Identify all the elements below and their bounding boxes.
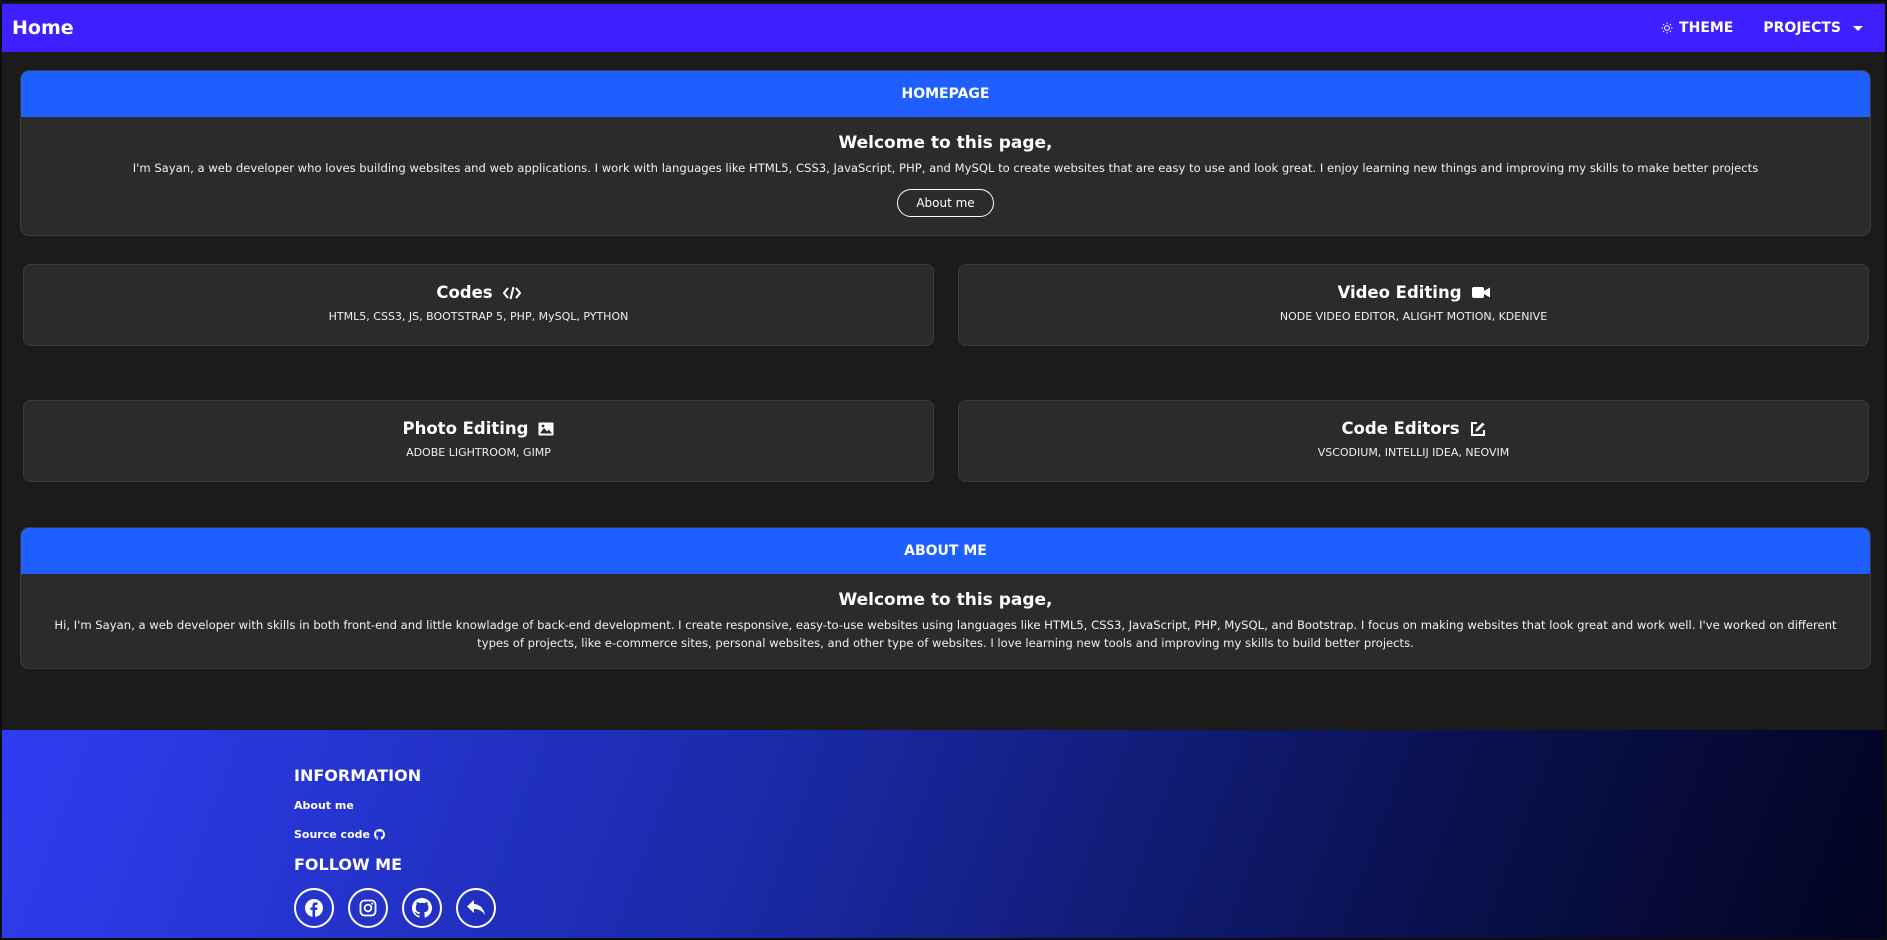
skill-title-row: Codes <box>24 283 933 302</box>
reply-icon <box>466 899 486 917</box>
skill-card-code-editors: Code Editors VSCODIUM, INTELLIJ IDEA, NE… <box>958 400 1869 482</box>
skill-title-row: Photo Editing <box>24 419 933 438</box>
projects-dropdown[interactable]: PROJECTS <box>1763 20 1863 36</box>
skill-card-photo-editing: Photo Editing ADOBE LIGHTROOM, GIMP <box>23 400 934 482</box>
code-icon <box>502 286 521 300</box>
follow-me-heading: FOLLOW ME <box>294 855 403 874</box>
sun-icon <box>1661 22 1673 34</box>
skill-title: Code Editors <box>1341 419 1460 438</box>
theme-label: THEME <box>1679 20 1734 36</box>
skill-text: VSCODIUM, INTELLIJ IDEA, NEOVIM <box>1317 446 1510 459</box>
facebook-button[interactable] <box>294 888 334 928</box>
about-me-button[interactable]: About me <box>897 189 994 217</box>
github-icon <box>412 898 432 918</box>
projects-label: PROJECTS <box>1763 20 1841 36</box>
brand-home-link[interactable]: Home <box>12 17 74 39</box>
skill-title-row: Code Editors <box>959 419 1868 438</box>
instagram-button[interactable] <box>348 888 388 928</box>
navbar: Home THEME PROJECTS <box>2 4 1885 52</box>
skill-title: Video Editing <box>1337 283 1462 302</box>
about-me-text: Hi, I'm Sayan, a web developer with skil… <box>54 618 1837 650</box>
video-camera-icon <box>1471 286 1490 299</box>
theme-toggle[interactable]: THEME <box>1661 20 1733 36</box>
footer-content: INFORMATION About me Source code FOLLOW … <box>294 766 496 928</box>
skill-text: ADOBE LIGHTROOM, GIMP <box>406 446 551 459</box>
skill-title: Codes <box>436 283 493 302</box>
skill-text: NODE VIDEO EDITOR, ALIGHT MOTION, KDENIV… <box>1279 310 1548 323</box>
homepage-header: HOMEPAGE <box>21 71 1870 117</box>
social-links <box>294 888 496 928</box>
caret-down-icon <box>1853 25 1863 31</box>
footer-source-label: Source code <box>294 828 370 841</box>
homepage-panel: HOMEPAGE Welcome to this page, I'm Sayan… <box>20 70 1871 236</box>
image-icon <box>538 422 554 436</box>
skill-title-row: Video Editing <box>959 283 1868 302</box>
skill-title: Photo Editing <box>402 419 529 438</box>
instagram-icon <box>359 899 377 917</box>
github-button[interactable] <box>402 888 442 928</box>
information-heading: INFORMATION <box>294 766 422 785</box>
footer-about-label: About me <box>294 799 354 812</box>
skill-card-video-editing: Video Editing NODE VIDEO EDITOR, ALIGHT … <box>958 264 1869 346</box>
about-me-body: Welcome to this page, Hi, I'm Sayan, a w… <box>21 574 1870 668</box>
homepage-text: I'm Sayan, a web developer who loves bui… <box>132 161 1759 175</box>
reply-button[interactable] <box>456 888 496 928</box>
about-me-header: ABOUT ME <box>21 528 1870 574</box>
homepage-body: Welcome to this page, I'm Sayan, a web d… <box>21 117 1870 235</box>
github-small-icon <box>373 829 385 840</box>
about-me-title: Welcome to this page, <box>838 590 1053 610</box>
skill-card-codes: Codes HTML5, CSS3, JS, BOOTSTRAP 5, PHP,… <box>23 264 934 346</box>
footer-source-link[interactable]: Source code <box>294 828 496 841</box>
nav-right: THEME PROJECTS <box>1661 20 1863 36</box>
skill-text: HTML5, CSS3, JS, BOOTSTRAP 5, PHP, MySQL… <box>328 310 629 323</box>
facebook-icon <box>304 898 324 918</box>
about-me-panel: ABOUT ME Welcome to this page, Hi, I'm S… <box>20 527 1871 669</box>
page: Home THEME PROJECTS HOMEPAGE Welcome to … <box>0 0 1887 940</box>
footer: INFORMATION About me Source code FOLLOW … <box>2 730 1885 938</box>
edit-icon <box>1470 421 1486 437</box>
footer-about-link[interactable]: About me <box>294 799 496 812</box>
homepage-title: Welcome to this page, <box>838 133 1053 153</box>
